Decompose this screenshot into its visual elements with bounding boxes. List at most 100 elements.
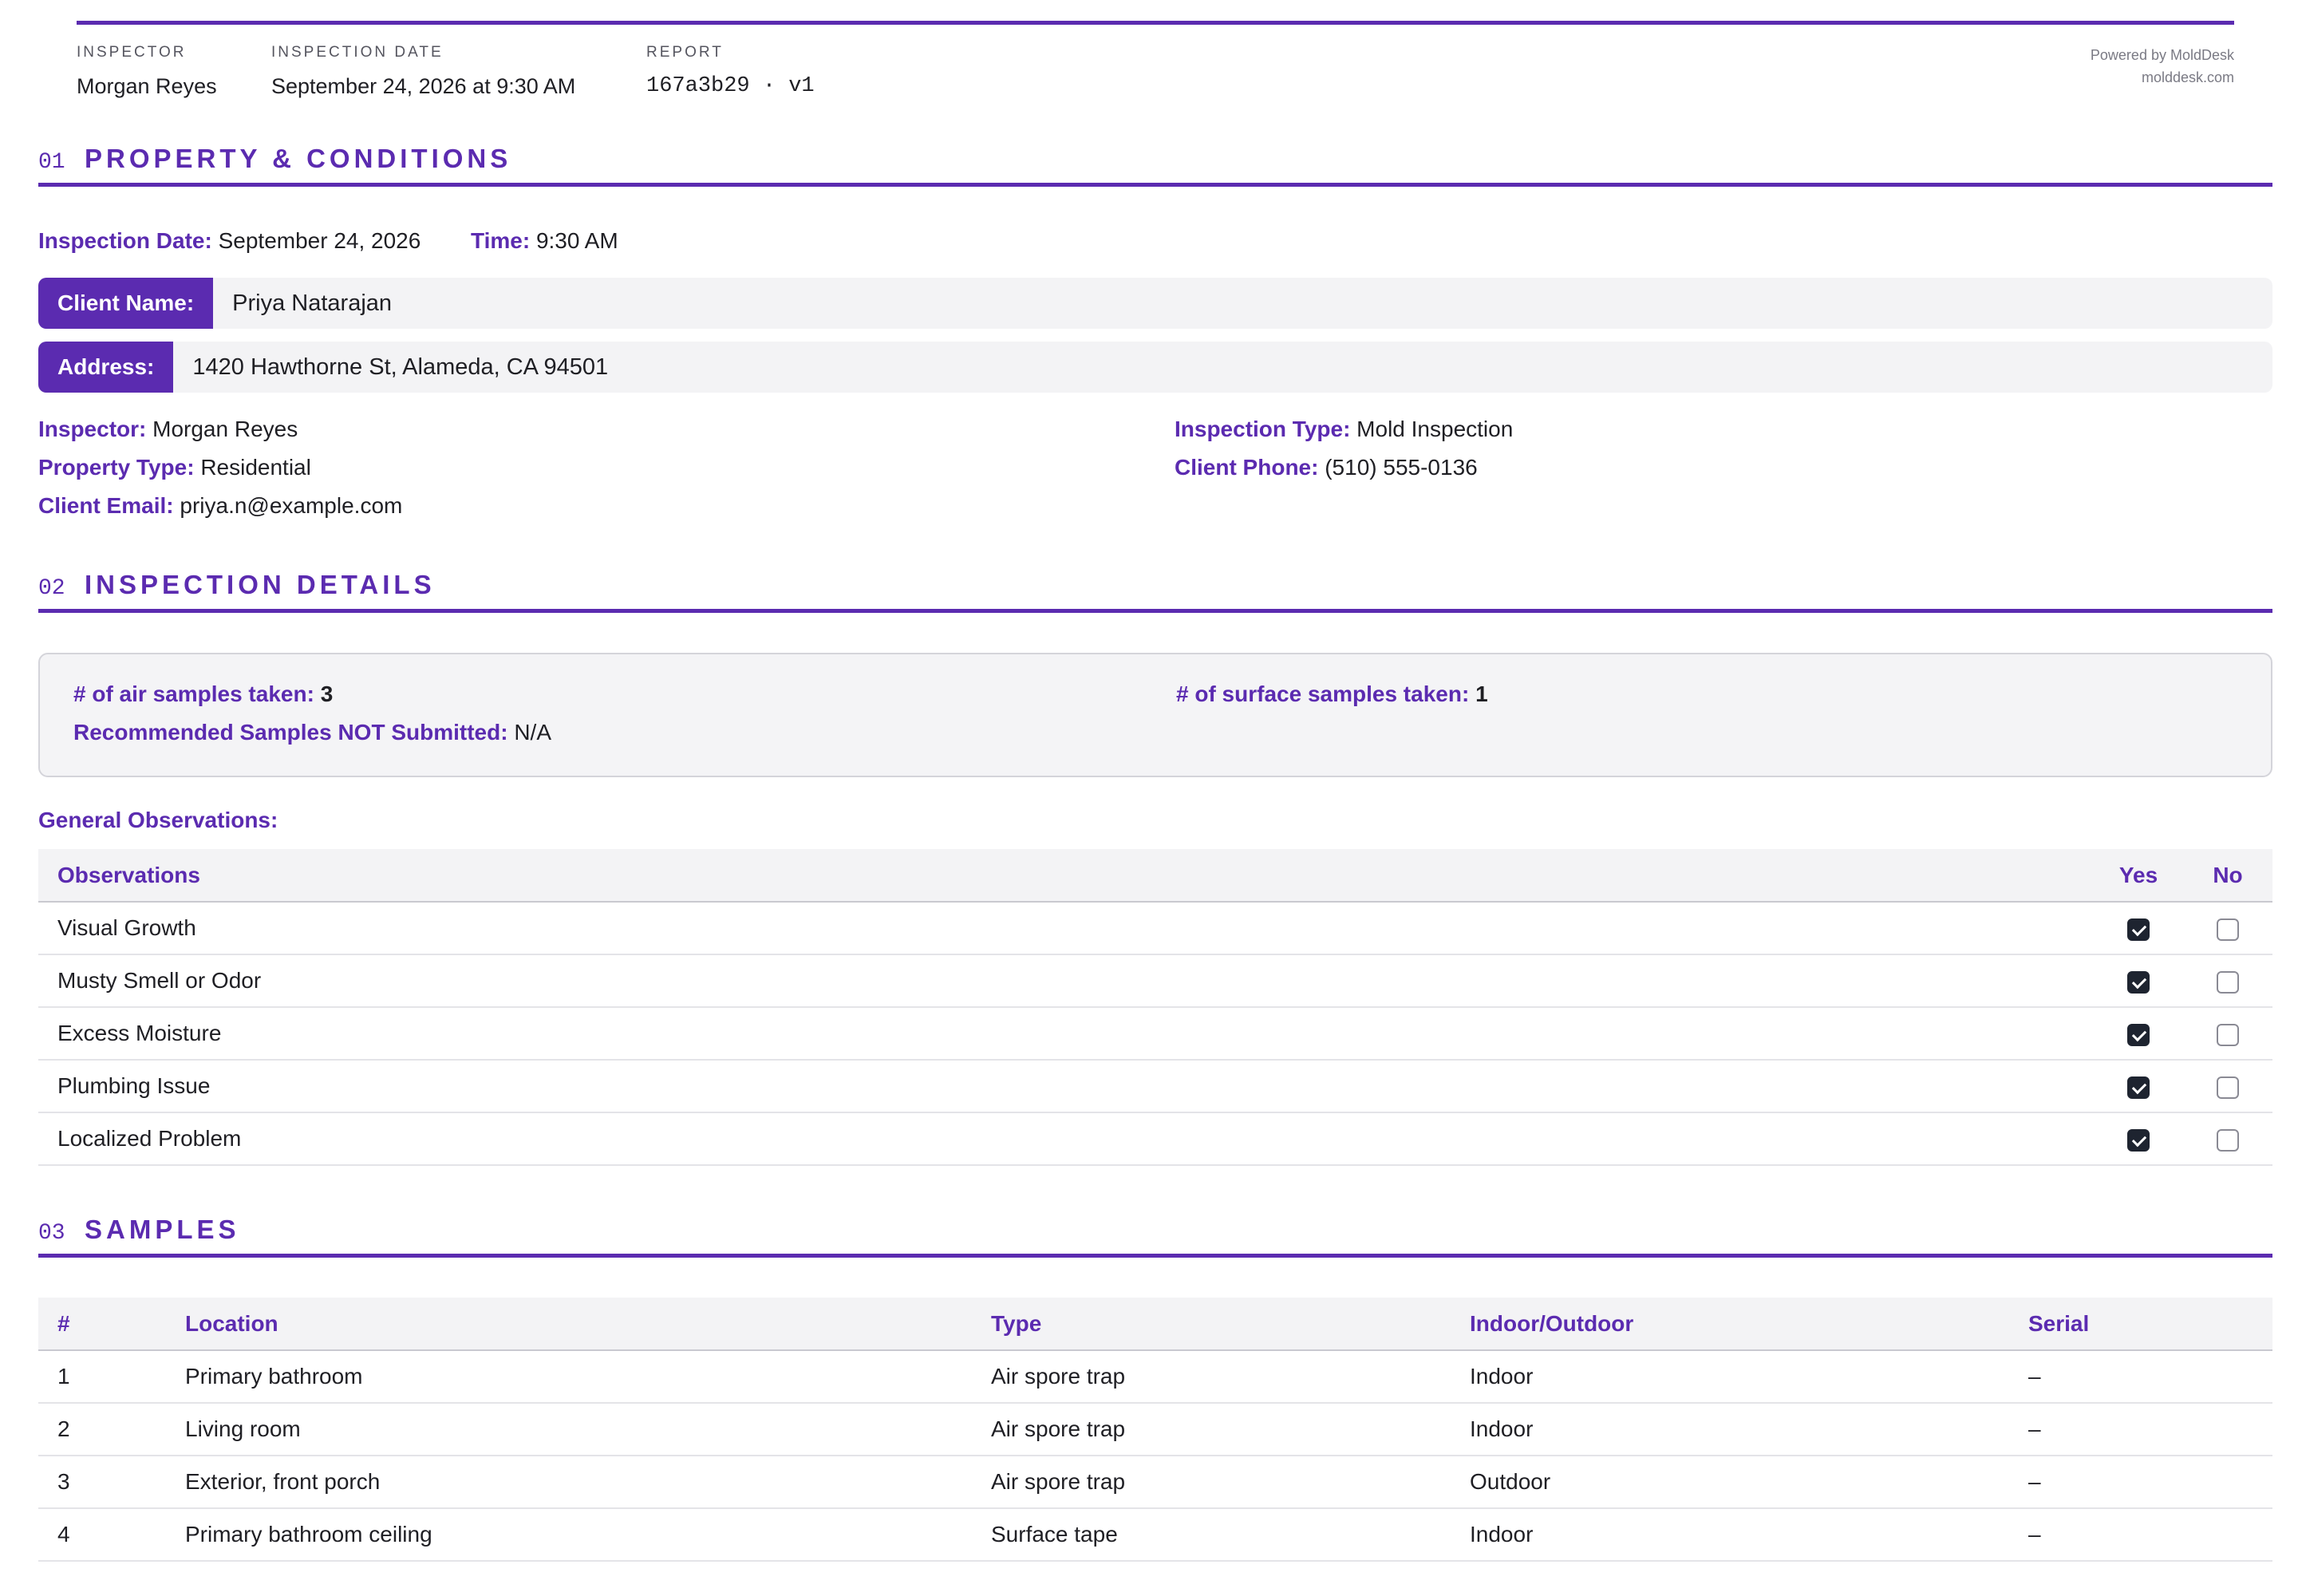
section-number: 02 [38, 576, 65, 601]
general-observations-label: General Observations: [38, 808, 278, 832]
sample-type: Surface tape [972, 1508, 1451, 1562]
sample-type: Air spore trap [972, 1350, 1451, 1404]
sample-type: Air spore trap [972, 1403, 1451, 1456]
property-type-label: Property Type: [38, 455, 195, 480]
inspection-date-line: Inspection Date: September 24, 2026 [38, 228, 421, 254]
inspection-type-value: Mold Inspection [1356, 417, 1514, 441]
sample-serial: – [2009, 1456, 2272, 1509]
header-date-value: September 24, 2026 at 9:30 AM [271, 74, 576, 98]
not-submitted-line: Recommended Samples NOT Submitted: N/A [73, 720, 551, 745]
observation-label: Visual Growth [38, 902, 2094, 955]
inspection-date-label: Inspection Date: [38, 228, 212, 253]
header-report: REPORT 167a3b29 · v1 [646, 44, 815, 98]
sample-serial: – [2009, 1508, 2272, 1562]
time-label: Time: [471, 228, 531, 253]
header-inspector: INSPECTOR Morgan Reyes [77, 44, 217, 99]
yes-checkbox[interactable] [2127, 918, 2150, 941]
serial-header: Serial [2009, 1298, 2272, 1351]
sample-indoor-outdoor: Indoor [1451, 1508, 2009, 1562]
table-row: 2 Living room Air spore trap Indoor – [38, 1403, 2272, 1456]
sample-number: 1 [38, 1350, 166, 1404]
samples-table: # Location Type Indoor/Outdoor Serial 1 … [38, 1298, 2272, 1562]
header-date-label: INSPECTION DATE [271, 44, 444, 61]
header-report-label: REPORT [646, 44, 724, 61]
yes-checkbox[interactable] [2127, 1128, 2150, 1152]
air-samples-value: 3 [320, 681, 334, 706]
header-inspector-value: Morgan Reyes [77, 74, 217, 98]
sample-indoor-outdoor: Outdoor [1451, 1456, 2009, 1509]
client-phone-line: Client Phone: (510) 555-0136 [1175, 455, 1478, 480]
table-row: Musty Smell or Odor [38, 954, 2272, 1008]
not-submitted-label: Recommended Samples NOT Submitted: [73, 720, 508, 745]
sample-indoor-outdoor: Indoor [1451, 1403, 2009, 1456]
sample-location: Primary bathroom ceiling [166, 1508, 972, 1562]
inspector-label: Inspector: [38, 417, 147, 441]
yes-checkbox[interactable] [2127, 1023, 2150, 1046]
section-property-heading: 01 PROPERTY & CONDITIONS [38, 144, 2272, 187]
inspection-type-line: Inspection Type: Mold Inspection [1175, 417, 1513, 442]
sample-number: 2 [38, 1403, 166, 1456]
client-phone-label: Client Phone: [1175, 455, 1319, 480]
report-header: INSPECTOR Morgan Reyes INSPECTION DATE S… [77, 21, 2234, 98]
surface-samples-line: # of surface samples taken: 1 [1176, 681, 1488, 707]
sample-number: 3 [38, 1456, 166, 1509]
section-inspection-heading: 02 INSPECTION DETAILS [38, 570, 2272, 613]
observations-table: Observations Yes No Visual Growth Musty … [38, 849, 2272, 1166]
no-checkbox[interactable] [2217, 1128, 2239, 1152]
observation-label: Plumbing Issue [38, 1060, 2094, 1113]
report-page: INSPECTOR Morgan Reyes INSPECTION DATE S… [0, 0, 2298, 1596]
sample-location: Primary bathroom [166, 1350, 972, 1404]
no-checkbox[interactable] [2217, 1076, 2239, 1099]
air-samples-label: # of air samples taken: [73, 681, 314, 706]
table-row: 1 Primary bathroom Air spore trap Indoor… [38, 1350, 2272, 1404]
client-email-label: Client Email: [38, 493, 174, 518]
location-header: Location [166, 1298, 972, 1351]
property-type-value: Residential [200, 455, 311, 480]
section-title: PROPERTY & CONDITIONS [85, 144, 512, 173]
powered-by-site[interactable]: molddesk.com [2091, 66, 2234, 89]
sample-serial: – [2009, 1350, 2272, 1404]
table-row: Plumbing Issue [38, 1060, 2272, 1113]
address-value: 1420 Hawthorne St, Alameda, CA 94501 [192, 354, 609, 380]
client-name-row: Client Name: Priya Natarajan [38, 278, 2272, 329]
observations-header: Observations [38, 849, 2094, 903]
time-line: Time: 9:30 AM [471, 228, 618, 254]
no-header: No [2183, 849, 2272, 903]
surface-samples-value: 1 [1475, 681, 1488, 706]
yes-checkbox[interactable] [2127, 970, 2150, 994]
powered-by: Powered by MoldDesk molddesk.com [2091, 44, 2234, 89]
observation-label: Excess Moisture [38, 1007, 2094, 1061]
header-report-id: 167a3b29 · v1 [646, 74, 815, 98]
client-email-line: Client Email: priya.n@example.com [38, 493, 402, 519]
sample-location: Living room [166, 1403, 972, 1456]
no-checkbox[interactable] [2217, 918, 2239, 941]
inspection-type-label: Inspection Type: [1175, 417, 1351, 441]
sample-serial: – [2009, 1403, 2272, 1456]
header-inspector-label: INSPECTOR [77, 44, 187, 61]
client-email-value[interactable]: priya.n@example.com [180, 493, 402, 518]
not-submitted-value: N/A [514, 720, 552, 745]
header-date: INSPECTION DATE September 24, 2026 at 9:… [271, 44, 575, 99]
type-header: Type [972, 1298, 1451, 1351]
no-checkbox[interactable] [2217, 970, 2239, 994]
inspector-value: Morgan Reyes [152, 417, 298, 441]
yes-checkbox[interactable] [2127, 1076, 2150, 1099]
address-row: Address: 1420 Hawthorne St, Alameda, CA … [38, 342, 2272, 393]
observation-label: Musty Smell or Odor [38, 954, 2094, 1008]
client-name-value: Priya Natarajan [232, 290, 393, 316]
observation-label: Localized Problem [38, 1112, 2094, 1166]
powered-by-text: Powered by MoldDesk [2090, 47, 2234, 63]
section-number: 01 [38, 150, 65, 175]
no-checkbox[interactable] [2217, 1023, 2239, 1046]
section-title: SAMPLES [85, 1215, 240, 1244]
property-type-line: Property Type: Residential [38, 455, 311, 480]
air-samples-line: # of air samples taken: 3 [73, 681, 333, 707]
sample-indoor-outdoor: Indoor [1451, 1350, 2009, 1404]
section-number: 03 [38, 1221, 65, 1246]
section-samples-heading: 03 SAMPLES [38, 1215, 2272, 1258]
sample-number-header: # [38, 1298, 166, 1351]
address-label: Address: [38, 342, 174, 393]
surface-samples-label: # of surface samples taken: [1176, 681, 1470, 706]
table-row: Visual Growth [38, 902, 2272, 955]
client-name-label: Client Name: [38, 278, 214, 329]
